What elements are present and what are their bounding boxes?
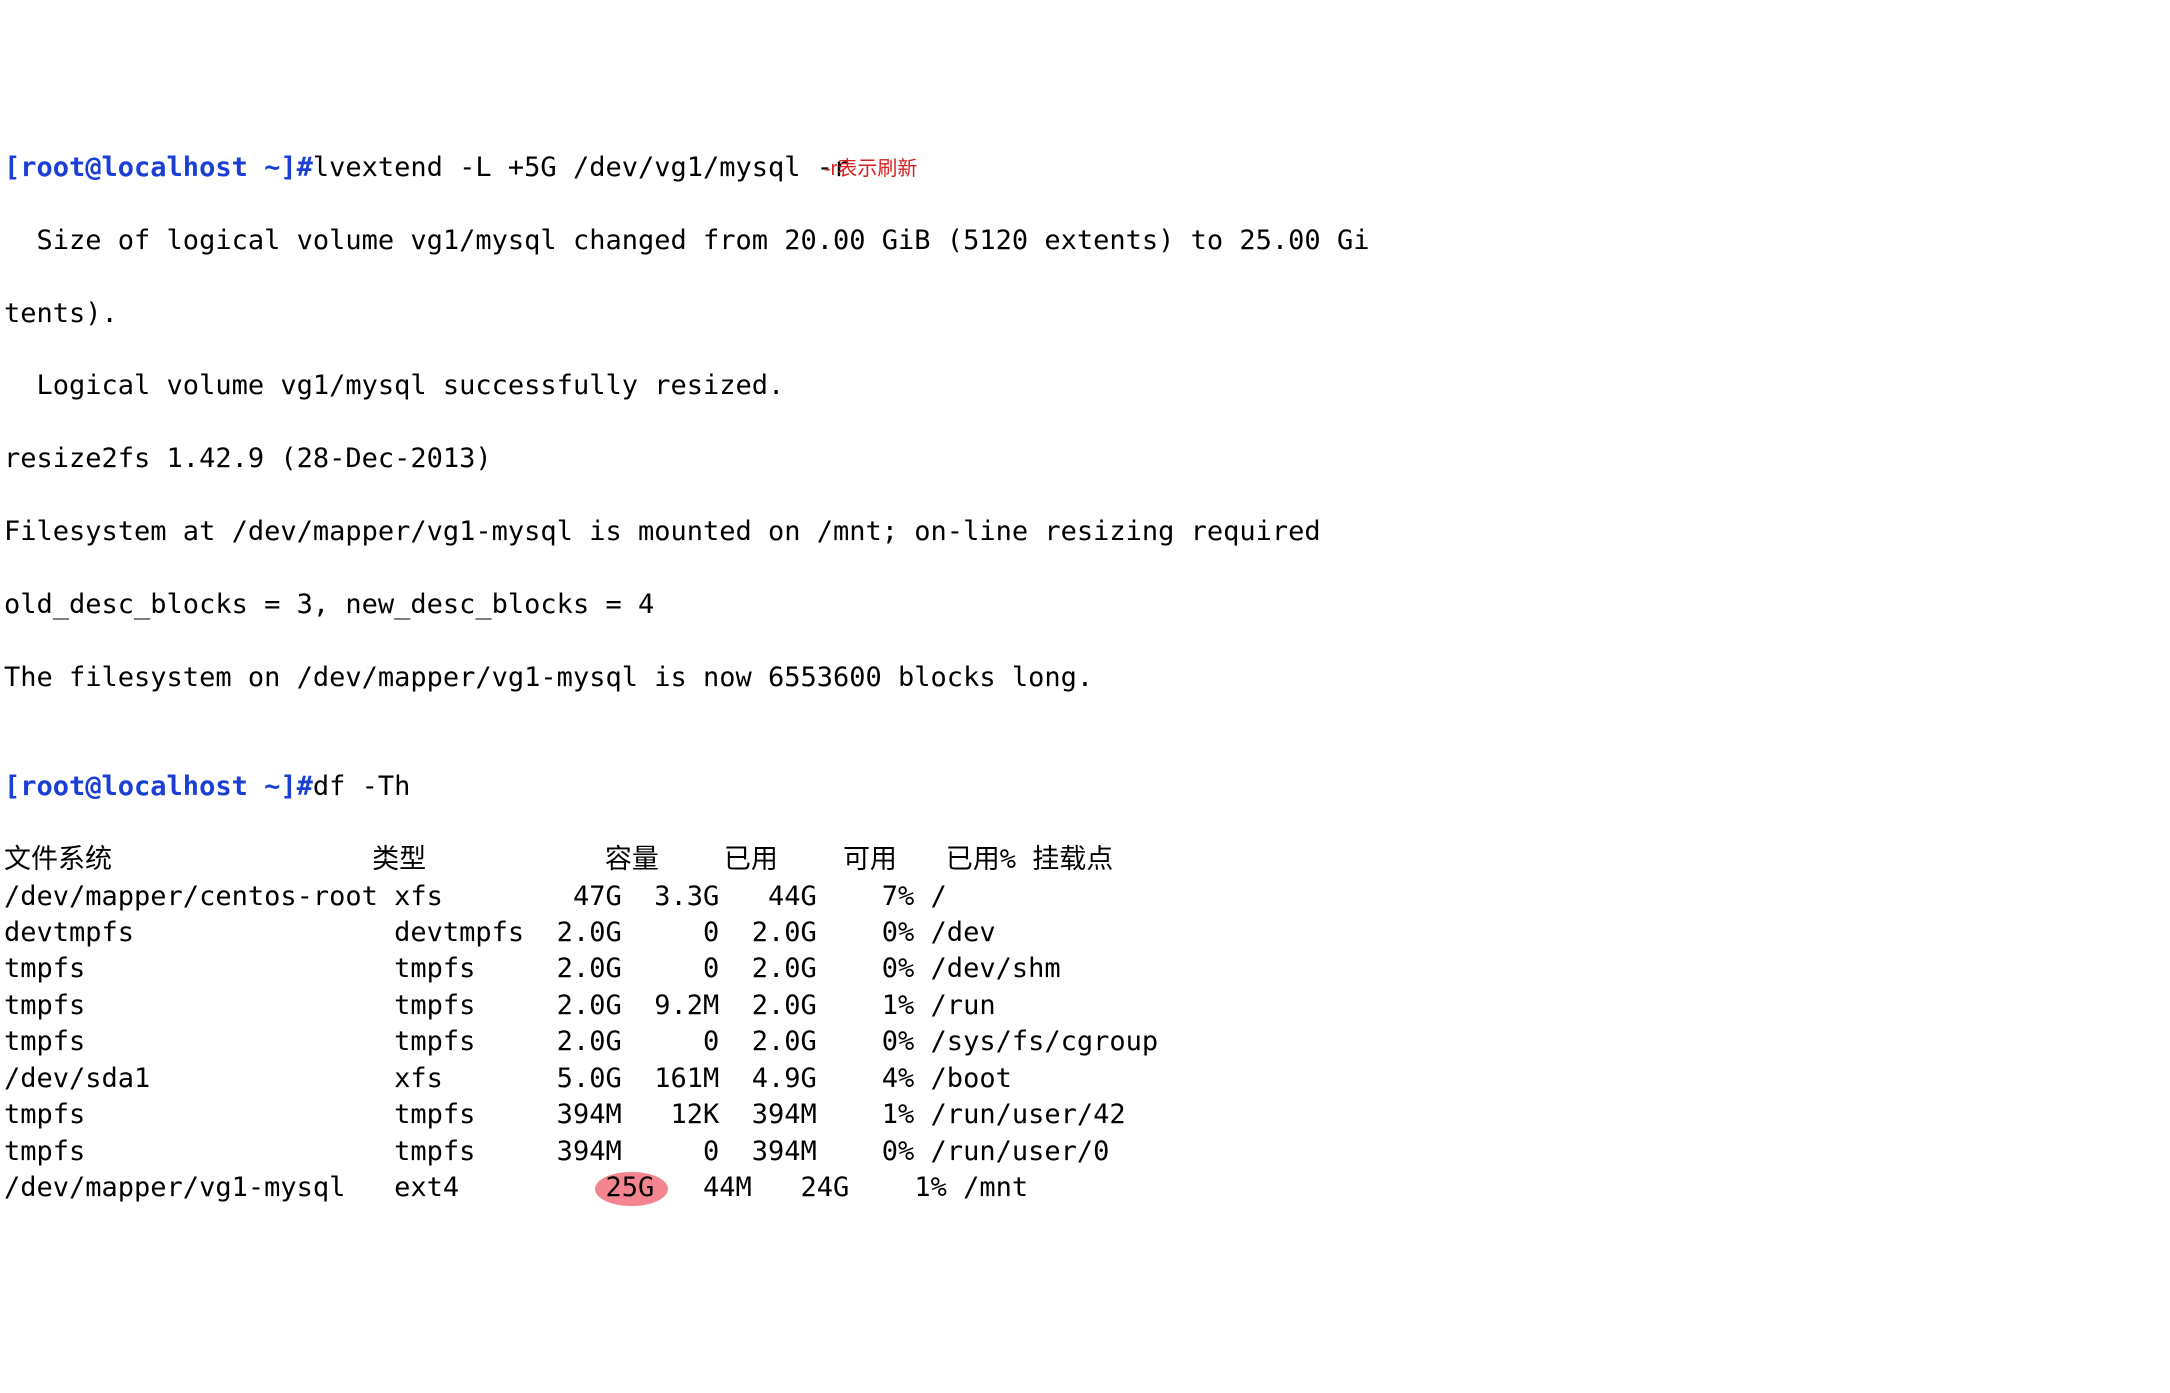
table-row: /dev/mapper/centos-root xfs 47G 3.3G 44G… <box>4 879 2166 915</box>
df-output-table: 文件系统 类型 容量 已用 可用 已用% 挂载点/dev/mapper/cent… <box>4 842 2166 1206</box>
output-line: old_desc_blocks = 3, new_desc_blocks = 4 <box>4 587 2166 623</box>
cmd-line-1[interactable]: [root@localhost ~]#lvextend -L +5G /dev/… <box>4 150 2166 186</box>
output-line: Size of logical volume vg1/mysql changed… <box>4 223 2166 259</box>
output-line: Logical volume vg1/mysql successfully re… <box>4 368 2166 404</box>
highlight-size: 25G <box>605 1170 654 1206</box>
table-row: tmpfs tmpfs 2.0G 0 2.0G 0% /dev/shm <box>4 951 2166 987</box>
table-row: tmpfs tmpfs 394M 12K 394M 1% /run/user/4… <box>4 1097 2166 1133</box>
table-row: tmpfs tmpfs 394M 0 394M 0% /run/user/0 <box>4 1134 2166 1170</box>
table-header: 文件系统 类型 容量 已用 可用 已用% 挂载点 <box>4 842 2166 878</box>
table-row: /dev/mapper/vg1-mysql ext4 25G 44M 24G 1… <box>4 1170 2166 1206</box>
annotation-text: -r表示刷新 <box>824 156 917 183</box>
shell-prompt: [root@localhost ~]# <box>4 152 313 183</box>
output-line: resize2fs 1.42.9 (28-Dec-2013) <box>4 441 2166 477</box>
output-line: Filesystem at /dev/mapper/vg1-mysql is m… <box>4 514 2166 550</box>
table-row: /dev/sda1 xfs 5.0G 161M 4.9G 4% /boot <box>4 1061 2166 1097</box>
table-row: tmpfs tmpfs 2.0G 0 2.0G 0% /sys/fs/cgrou… <box>4 1024 2166 1060</box>
table-row: devtmpfs devtmpfs 2.0G 0 2.0G 0% /dev <box>4 915 2166 951</box>
cmd-line-2[interactable]: [root@localhost ~]#df -Th <box>4 769 2166 805</box>
output-line: The filesystem on /dev/mapper/vg1-mysql … <box>4 660 2166 696</box>
shell-prompt: [root@localhost ~]# <box>4 771 313 802</box>
output-line: tents). <box>4 296 2166 332</box>
command-text: lvextend -L +5G /dev/vg1/mysql -r <box>313 152 849 183</box>
command-text: df -Th <box>313 771 411 802</box>
